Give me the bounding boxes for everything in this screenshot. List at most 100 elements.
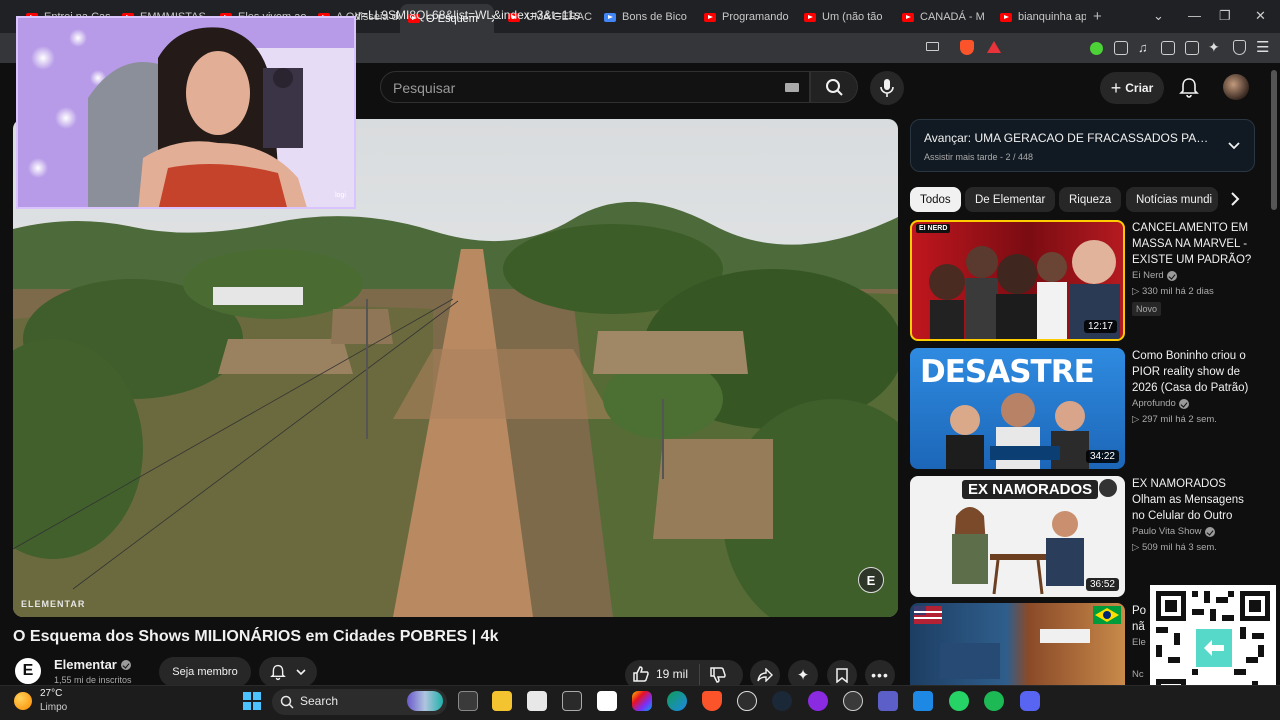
chevron-right-icon[interactable]	[1229, 192, 1241, 206]
thumbnail-image	[914, 606, 1121, 679]
bell-icon	[1179, 78, 1199, 98]
chip-all[interactable]: Todos	[910, 187, 961, 212]
browser-tab[interactable]: bianquinha ap	[992, 4, 1086, 30]
tab-search-icon[interactable]: ⌄	[1153, 8, 1164, 24]
sparkle-icon: ✦	[796, 667, 810, 684]
video-thumbnail[interactable]: EX NAMORADOS 36:52	[910, 476, 1125, 597]
weather-description[interactable]: Limpo	[40, 702, 67, 713]
search-input[interactable]: Pesquisar	[380, 71, 810, 103]
browser-tab[interactable]: CANADÁ - M	[894, 4, 992, 30]
recommendation-channel[interactable]: Ei Nerd	[1132, 270, 1177, 281]
keyboard-icon[interactable]	[785, 83, 799, 92]
brave-browser-icon[interactable]	[702, 691, 722, 711]
search-highlight-icon[interactable]	[407, 691, 443, 711]
leo-ai-icon[interactable]: ✦	[1208, 39, 1220, 56]
subscription-notifications-button[interactable]	[259, 657, 317, 687]
chip-wealth[interactable]: Riqueza	[1059, 187, 1122, 212]
extensions-icon[interactable]	[1114, 41, 1128, 55]
chevron-down-icon[interactable]	[1228, 141, 1240, 151]
video-duration: 36:52	[1085, 578, 1119, 591]
youtube-icon	[1000, 12, 1012, 22]
join-button[interactable]: Seja membro	[159, 657, 251, 687]
video-thumbnail[interactable]: EI NERD 12:17	[910, 220, 1125, 341]
microphone-icon	[880, 79, 894, 97]
page-scrollbar[interactable]	[1271, 70, 1277, 210]
file-explorer-icon[interactable]	[492, 691, 512, 711]
subscriber-count: 1,55 mi de inscritos	[54, 675, 132, 685]
browser-tab[interactable]: Bons de Bico	[596, 4, 694, 30]
teams-icon[interactable]	[878, 691, 898, 711]
steam-icon[interactable]	[772, 691, 792, 711]
create-button[interactable]: + Criar	[1100, 72, 1164, 104]
wallet-icon[interactable]	[1185, 41, 1199, 55]
recommendation-channel[interactable]: Paulo Vita Show	[1132, 526, 1215, 537]
playlist-next-title: Avançar: UMA GERACAO DE FRACASSADOS PASS…	[924, 131, 1214, 145]
new-tab-button[interactable]: +	[1093, 8, 1102, 25]
music-icon[interactable]: ♫	[1138, 40, 1148, 55]
verified-icon	[120, 659, 131, 670]
windows-start-icon[interactable]	[243, 692, 261, 710]
copilot-icon[interactable]	[632, 691, 652, 711]
browser-tab[interactable]: Programando	[696, 4, 794, 30]
vpn-icon[interactable]	[1233, 40, 1246, 55]
channel-name[interactable]: Elementar	[54, 657, 131, 672]
chip-from-channel[interactable]: De Elementar	[965, 187, 1056, 212]
video-thumbnail[interactable]: DESASTRE 34:22	[910, 348, 1125, 469]
cast-icon[interactable]	[926, 42, 939, 51]
clock-app-icon[interactable]	[843, 691, 863, 711]
chip-world-news[interactable]: Notícias mundi	[1126, 187, 1218, 212]
brave-rewards-icon[interactable]	[987, 41, 1001, 53]
url-field[interactable]: v=LL9SMI8QL68&list=WL&index=3&t=11s	[355, 8, 580, 22]
maximize-icon[interactable]: ❐	[1219, 8, 1231, 24]
weather-temperature[interactable]: 27°C	[40, 688, 62, 699]
brave-shield-icon[interactable]	[960, 40, 974, 55]
task-view-icon[interactable]	[458, 691, 478, 711]
search-placeholder: Pesquisar	[393, 80, 456, 96]
whatsapp-icon[interactable]	[949, 691, 969, 711]
dislike-icon[interactable]	[709, 666, 727, 684]
microsoft-store-icon[interactable]	[597, 691, 617, 711]
tor-icon[interactable]	[808, 691, 828, 711]
like-icon[interactable]	[632, 665, 650, 683]
share-icon	[757, 668, 773, 682]
recommendation-meta: ▷ 297 mil há 2 sem.	[1132, 414, 1217, 425]
capcut-icon[interactable]	[527, 691, 547, 711]
verified-icon	[1166, 270, 1177, 281]
video-title: O Esquema dos Shows MILIONÁRIOS em Cidad…	[13, 628, 499, 645]
obs-icon[interactable]	[737, 691, 757, 711]
recommendation-channel[interactable]: Ele	[1132, 637, 1150, 648]
bookmark-icon	[836, 667, 848, 683]
menu-icon[interactable]: ☰	[1256, 38, 1269, 56]
new-badge: Novo	[1132, 302, 1162, 316]
recommendation-title[interactable]: Po nã	[1132, 603, 1152, 635]
search-button[interactable]	[810, 71, 858, 103]
epic-games-icon[interactable]	[562, 691, 582, 711]
extension-green-icon[interactable]	[1090, 42, 1103, 55]
recommendation-meta: ▷ 509 mil há 3 sem.	[1132, 542, 1217, 553]
notifications-button[interactable]	[1179, 77, 1199, 104]
minimize-icon[interactable]: —	[1188, 8, 1201, 23]
verified-icon	[1178, 398, 1189, 409]
avatar[interactable]	[1223, 74, 1249, 100]
video-thumbnail[interactable]	[910, 603, 1125, 685]
channel-avatar[interactable]: E	[13, 656, 43, 686]
recommendation-channel[interactable]: Aprofundo	[1132, 398, 1189, 409]
taskbar-search-label: Search	[300, 694, 339, 708]
edge-icon[interactable]	[667, 691, 687, 711]
voice-search-button[interactable]	[870, 71, 904, 105]
recommendation-title[interactable]: CANCELAMENTO EM MASSA NA MARVEL - EXISTE…	[1132, 220, 1257, 268]
recommendation-meta: Nc	[1132, 669, 1144, 680]
translator-icon[interactable]	[913, 691, 933, 711]
sidebar-icon[interactable]	[1161, 41, 1175, 55]
spotify-icon[interactable]	[984, 691, 1004, 711]
webcam-image	[18, 18, 354, 207]
weather-icon[interactable]	[14, 692, 32, 710]
close-window-icon[interactable]: ✕	[1255, 8, 1266, 24]
recommendation-title[interactable]: EX NAMORADOS Olham as Mensagens no Celul…	[1132, 476, 1257, 524]
playlist-panel[interactable]: Avançar: UMA GERACAO DE FRACASSADOS PASS…	[910, 119, 1255, 172]
channel-logo-overlay[interactable]: E	[858, 567, 884, 593]
browser-tab[interactable]: Um (não tão	[796, 4, 894, 30]
youtube-icon	[902, 12, 914, 22]
recommendation-title[interactable]: Como Boninho criou o PIOR reality show d…	[1132, 348, 1257, 396]
discord-icon[interactable]	[1020, 691, 1040, 711]
